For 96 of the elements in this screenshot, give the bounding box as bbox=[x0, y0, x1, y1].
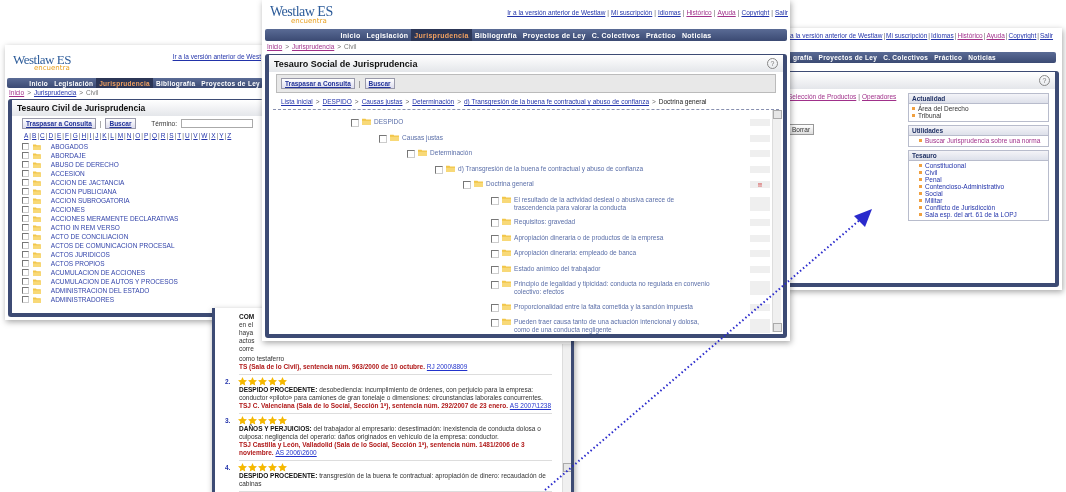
checkbox[interactable] bbox=[491, 319, 499, 327]
star-icon bbox=[278, 416, 287, 425]
bullet-icon bbox=[919, 164, 922, 167]
checkbox[interactable] bbox=[491, 196, 499, 205]
checkbox[interactable] bbox=[435, 165, 443, 174]
checkbox[interactable] bbox=[491, 234, 499, 243]
bullet-icon bbox=[919, 199, 922, 202]
star-icon bbox=[248, 377, 257, 386]
folder-icon bbox=[362, 118, 372, 125]
checkbox[interactable] bbox=[22, 251, 29, 258]
scrollbar[interactable] bbox=[562, 344, 571, 492]
folder-icon bbox=[33, 206, 41, 213]
checkbox[interactable] bbox=[491, 219, 499, 227]
folder-icon bbox=[33, 287, 41, 294]
star-icon bbox=[238, 416, 247, 425]
bullet-icon bbox=[919, 139, 922, 142]
term-field[interactable] bbox=[181, 119, 253, 128]
folder-icon bbox=[502, 218, 512, 225]
folder-icon bbox=[502, 280, 512, 287]
star-icon bbox=[268, 463, 277, 472]
folder-icon bbox=[474, 180, 484, 187]
checkbox[interactable] bbox=[491, 303, 499, 312]
checkbox[interactable] bbox=[22, 296, 29, 303]
checkbox[interactable] bbox=[22, 215, 29, 222]
flag-cell bbox=[750, 319, 770, 333]
bullet-icon bbox=[919, 213, 922, 216]
folder-icon bbox=[33, 188, 41, 195]
star-icon bbox=[248, 416, 257, 425]
folder-icon bbox=[502, 302, 512, 310]
checkbox[interactable] bbox=[463, 181, 471, 189]
checkbox[interactable] bbox=[22, 260, 29, 267]
bullet-icon bbox=[919, 185, 922, 188]
folder-icon bbox=[33, 143, 41, 150]
folder-icon bbox=[33, 260, 41, 267]
checkbox[interactable] bbox=[22, 161, 29, 168]
bullet-icon bbox=[919, 206, 922, 209]
checkbox[interactable] bbox=[22, 233, 29, 240]
bullet-icon bbox=[912, 107, 915, 110]
panel-title: Tesauro Civil de Jurisprudencia bbox=[17, 103, 146, 113]
checkbox[interactable] bbox=[491, 250, 499, 258]
folder-icon bbox=[502, 233, 512, 241]
folder-icon bbox=[33, 251, 41, 258]
star-icon bbox=[248, 463, 257, 472]
checkbox[interactable] bbox=[22, 143, 29, 150]
checkbox[interactable] bbox=[22, 188, 29, 195]
checkbox[interactable] bbox=[22, 170, 29, 177]
checkbox[interactable] bbox=[22, 287, 29, 294]
checkbox[interactable] bbox=[22, 242, 29, 249]
star-icon bbox=[238, 463, 247, 472]
folder-icon bbox=[33, 242, 41, 249]
checkbox[interactable] bbox=[491, 281, 499, 289]
folder-icon bbox=[33, 197, 41, 204]
checkbox[interactable] bbox=[22, 179, 29, 186]
flag-cell bbox=[750, 281, 770, 295]
folder-icon bbox=[502, 318, 512, 325]
folder-icon bbox=[502, 264, 512, 272]
folder-icon bbox=[390, 133, 400, 141]
checkbox[interactable] bbox=[407, 150, 415, 158]
folder-icon bbox=[418, 149, 428, 156]
bullet-icon bbox=[919, 178, 922, 181]
folder-icon bbox=[502, 195, 512, 203]
checkbox[interactable] bbox=[22, 278, 29, 285]
checkbox[interactable] bbox=[22, 197, 29, 204]
star-icon bbox=[268, 377, 277, 386]
folder-icon bbox=[33, 215, 41, 222]
bullet-icon bbox=[919, 192, 922, 195]
star-icon bbox=[258, 416, 267, 425]
star-icon bbox=[258, 463, 267, 472]
folder-icon bbox=[33, 233, 41, 240]
folder-icon bbox=[33, 152, 41, 159]
bullet-icon bbox=[919, 171, 922, 174]
checkbox[interactable] bbox=[491, 265, 499, 274]
folder-icon bbox=[502, 249, 512, 256]
flag-cell bbox=[750, 303, 770, 311]
star-icon bbox=[278, 463, 287, 472]
folder-icon bbox=[33, 170, 41, 177]
checkbox[interactable] bbox=[351, 119, 359, 127]
star-icon bbox=[268, 416, 277, 425]
star-icon bbox=[238, 377, 247, 386]
folder-icon bbox=[446, 164, 456, 172]
folder-icon bbox=[33, 161, 41, 168]
star-icon bbox=[258, 377, 267, 386]
bullet-icon bbox=[912, 114, 915, 117]
checkbox[interactable] bbox=[22, 224, 29, 231]
folder-icon bbox=[33, 269, 41, 276]
checkbox[interactable] bbox=[22, 206, 29, 213]
panel-title: Tesauro Social de Jurisprudencia bbox=[274, 58, 418, 69]
folder-icon bbox=[33, 296, 41, 303]
checkbox[interactable] bbox=[379, 134, 387, 143]
star-icon bbox=[278, 377, 287, 386]
folder-icon bbox=[33, 179, 41, 186]
checkbox[interactable] bbox=[22, 152, 29, 159]
checkbox[interactable] bbox=[22, 269, 29, 276]
folder-icon bbox=[33, 224, 41, 231]
scrollbar[interactable] bbox=[772, 110, 781, 332]
folder-icon bbox=[33, 278, 41, 285]
